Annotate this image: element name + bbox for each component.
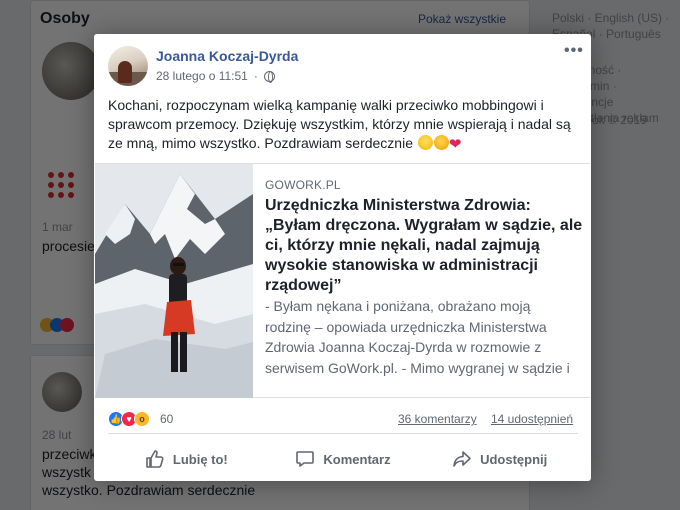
background-post-avatar: [42, 372, 82, 412]
reaction-icons[interactable]: 👍 ♥ o: [108, 411, 150, 427]
background-post-text: procesie: [42, 238, 95, 254]
background-section-title: Osoby: [40, 10, 90, 27]
actions-divider: [108, 433, 578, 434]
link-preview-image[interactable]: [95, 164, 253, 398]
meta-separator: ·: [253, 69, 258, 83]
like-button[interactable]: Lubię to!: [108, 444, 265, 474]
link-source-domain: GOWORK.PL: [265, 178, 341, 192]
background-page-logo: [48, 172, 76, 200]
globe-icon[interactable]: [263, 70, 275, 83]
link-headline[interactable]: Urzędniczka Ministerstwa Zdrowia: „Byłam…: [265, 196, 583, 296]
post-meta: 28 lutego o 11:51 ·: [156, 69, 275, 83]
post-modal: Joanna Koczaj-Dyrda 28 lutego o 11:51 · …: [94, 34, 591, 481]
speech-bubble-icon: [296, 451, 315, 467]
like-button-label: Lubię to!: [172, 451, 228, 467]
background-post2-date: 28 lut: [42, 428, 72, 442]
post-text-block: Kochani, rozpoczynam wielką kampanię wal…: [108, 96, 578, 154]
post-text: Kochani, rozpoczynam wielką kampanię wal…: [108, 97, 571, 151]
mountain-photo: [95, 164, 253, 398]
author-avatar[interactable]: [108, 46, 148, 86]
background-post2-line1: przeciwk: [42, 446, 97, 462]
background-post2-line2: wszystk: [42, 464, 91, 480]
background-profile-photo: [42, 42, 100, 100]
grinning-face-emoji-icon: [417, 135, 433, 150]
author-name[interactable]: Joanna Koczaj-Dyrda: [156, 48, 298, 64]
reactions-count[interactable]: 60: [160, 412, 173, 426]
comments-count-link[interactable]: 36 komentarzy: [398, 412, 477, 426]
wow-reaction-icon: o: [134, 411, 150, 427]
post-stats-bar: 👍 ♥ o 60 36 komentarzy 14 udostępnień: [108, 409, 578, 431]
red-heart-emoji-icon: ❤: [448, 136, 462, 153]
background-reactions: [40, 318, 80, 332]
share-button[interactable]: Udostępnij: [421, 444, 578, 474]
post-actions: Lubię to! Komentarz Udostępnij: [108, 444, 578, 474]
background-post-date: 1 mar: [42, 220, 73, 234]
more-options-icon[interactable]: •••: [564, 42, 584, 60]
share-button-label: Udostępnij: [480, 451, 548, 467]
link-description: - Byłam nękana i poniżana, obrażano moją…: [265, 298, 570, 376]
share-arrow-icon: [453, 451, 471, 467]
background-see-all-link: Pokaż wszystkie: [418, 12, 507, 26]
thumbs-up-icon: [146, 450, 164, 468]
shares-count-link[interactable]: 14 udostępnień: [491, 412, 573, 426]
comment-button-label: Komentarz: [323, 451, 391, 467]
background-post2-line3: wszystko. Pozdrawiam serdecznie: [42, 482, 256, 498]
link-preview-card[interactable]: GOWORK.PL Urzędniczka Ministerstwa Zdrow…: [95, 163, 590, 398]
post-timestamp[interactable]: 28 lutego o 11:51: [156, 69, 248, 83]
comment-button[interactable]: Komentarz: [265, 444, 422, 474]
